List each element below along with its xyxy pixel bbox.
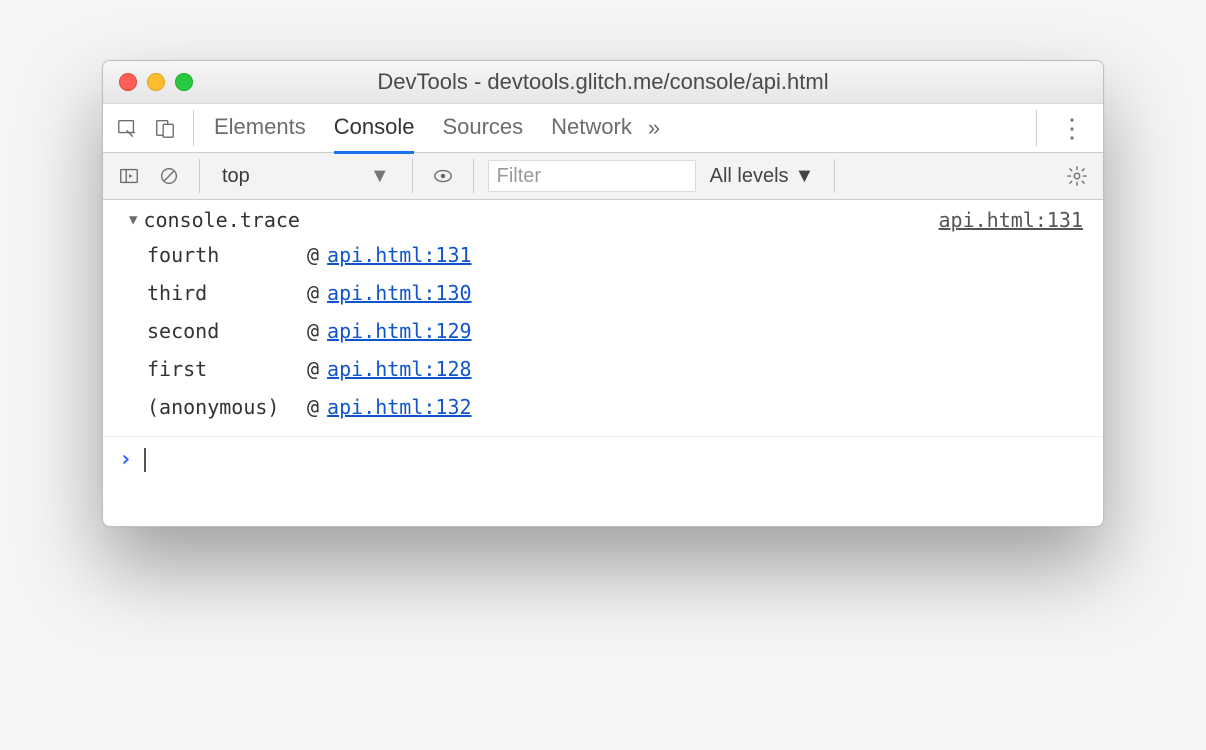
at-sign: @ — [307, 388, 319, 426]
console-prompt[interactable]: › — [103, 437, 1103, 482]
divider — [199, 159, 200, 193]
stack-frame: second @ api.html:129 — [147, 312, 1103, 350]
window-controls — [103, 73, 193, 91]
stack-frame-link[interactable]: api.html:132 — [327, 388, 472, 426]
maximize-window-button[interactable] — [175, 73, 193, 91]
chevron-down-icon: ▼ — [795, 165, 815, 188]
clear-console-icon[interactable] — [153, 160, 185, 192]
stack-frame: third @ api.html:130 — [147, 274, 1103, 312]
sidebar-toggle-icon[interactable] — [113, 160, 145, 192]
prompt-cue-icon: › — [119, 447, 132, 472]
devtools-window: DevTools - devtools.glitch.me/console/ap… — [102, 60, 1104, 527]
minimize-window-button[interactable] — [147, 73, 165, 91]
devtools-tabstrip: Elements Console Sources Network » ⋮ — [103, 104, 1103, 153]
close-window-button[interactable] — [119, 73, 137, 91]
tab-console[interactable]: Console — [334, 103, 415, 154]
tabs-overflow-icon[interactable]: » — [638, 115, 670, 141]
inspect-element-icon[interactable] — [111, 112, 143, 144]
tab-sources[interactable]: Sources — [442, 103, 523, 154]
execution-context-selector[interactable]: top ▼ — [214, 163, 398, 190]
stack-frame-name: second — [147, 312, 307, 350]
collapse-icon[interactable]: ▼ — [129, 212, 137, 228]
stack-frame-name: (anonymous) — [147, 388, 307, 426]
stack-frame-name: third — [147, 274, 307, 312]
at-sign: @ — [307, 312, 319, 350]
stack-frame-name: fourth — [147, 236, 307, 274]
console-output: ▼ console.trace api.html:131 fourth @ ap… — [103, 200, 1103, 526]
stack-frame-name: first — [147, 350, 307, 388]
stack-frame-link[interactable]: api.html:128 — [327, 350, 472, 388]
panel-tabs: Elements Console Sources Network — [214, 103, 632, 154]
titlebar: DevTools - devtools.glitch.me/console/ap… — [103, 61, 1103, 104]
trace-source-link[interactable]: api.html:131 — [939, 208, 1084, 232]
trace-header-row[interactable]: ▼ console.trace api.html:131 — [103, 206, 1103, 236]
device-toolbar-icon[interactable] — [149, 112, 181, 144]
live-expression-icon[interactable] — [427, 160, 459, 192]
devtools-menu-icon[interactable]: ⋮ — [1049, 115, 1095, 141]
at-sign: @ — [307, 350, 319, 388]
divider — [834, 159, 835, 193]
log-levels-label: All levels — [710, 165, 789, 188]
stack-frame-link[interactable]: api.html:129 — [327, 312, 472, 350]
tab-elements[interactable]: Elements — [214, 103, 306, 154]
stack-frame-link[interactable]: api.html:131 — [327, 236, 472, 274]
console-toolbar: top ▼ All levels ▼ — [103, 153, 1103, 200]
stack-frame: (anonymous) @ api.html:132 — [147, 388, 1103, 426]
chevron-down-icon: ▼ — [370, 165, 390, 188]
at-sign: @ — [307, 236, 319, 274]
stack-frame: fourth @ api.html:131 — [147, 236, 1103, 274]
window-title: DevTools - devtools.glitch.me/console/ap… — [103, 69, 1103, 95]
tab-network[interactable]: Network — [551, 103, 632, 154]
divider — [1036, 110, 1037, 146]
stack-trace: fourth @ api.html:131 third @ api.html:1… — [103, 236, 1103, 432]
divider — [193, 110, 194, 146]
at-sign: @ — [307, 274, 319, 312]
trace-label: console.trace — [143, 208, 300, 232]
console-settings-icon[interactable] — [1061, 160, 1093, 192]
execution-context-label: top — [222, 165, 250, 188]
log-levels-selector[interactable]: All levels ▼ — [704, 165, 821, 188]
console-filter-input[interactable] — [488, 160, 696, 192]
divider — [473, 159, 474, 193]
stack-frame-link[interactable]: api.html:130 — [327, 274, 472, 312]
divider — [412, 159, 413, 193]
text-cursor — [144, 448, 146, 472]
stack-frame: first @ api.html:128 — [147, 350, 1103, 388]
